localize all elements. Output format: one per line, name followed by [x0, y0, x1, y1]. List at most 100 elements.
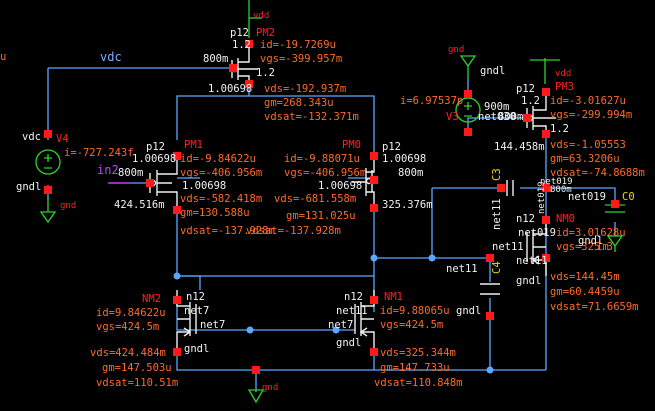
pm2-vdsat: vdsat=-132.371m [264, 111, 359, 123]
pin-nm1-d[interactable] [370, 296, 378, 304]
net-vdc-label: vdc [100, 50, 122, 64]
junction-dot [173, 272, 181, 280]
nm1-vdsat: vdsat=110.848m [374, 377, 463, 389]
pm0-id: id=-9.88071u [284, 153, 360, 165]
pin-v4-bot[interactable] [44, 186, 52, 194]
pm0-vdsat: vdsat=-137.928m [246, 225, 341, 237]
pin-nm2-s[interactable] [173, 348, 181, 356]
pin-pm0-g[interactable] [370, 176, 378, 184]
nm1-vds: vds=325.344m [380, 347, 456, 359]
pm3-id: id=-3.01627u [550, 95, 626, 107]
vdd1-label: vdd [253, 11, 269, 21]
schematic-canvas[interactable]: vdc in2 u vdc V4 i=-727.243f gndl gnd vd… [0, 0, 655, 411]
nm0-vdsat: vdsat=71.6659m [550, 301, 639, 313]
pm2-vds: vds=-192.937m [264, 83, 346, 95]
pin-pm2-g[interactable] [229, 64, 237, 72]
nm2-model: n12 [186, 291, 205, 303]
c4-symbol[interactable] [480, 283, 500, 295]
v4-net-label: vdc [22, 131, 41, 143]
nm1-id: id=9.88065u [380, 305, 450, 317]
junction-dot [486, 366, 494, 374]
pm3-vgs: vgs=-299.994m [550, 109, 632, 121]
pm3-model: p12 [516, 83, 535, 95]
gnd-bottom-label: gnd [262, 383, 278, 393]
v4-gndl: gndl [16, 181, 41, 193]
pm1-vds: vds=-582.418m [180, 193, 262, 205]
nm1-model: n12 [344, 291, 363, 303]
pm1-model: p12 [146, 141, 165, 153]
nm0-net11-b: net11 [516, 255, 548, 267]
pin-pm0-d[interactable] [370, 204, 378, 212]
pin-pm3-d[interactable] [542, 130, 550, 138]
nm1-gm: gm=147.733u [380, 362, 450, 374]
c3-net11: net11 [491, 198, 503, 230]
schematic-svg: vdc in2 u vdc V4 i=-727.243f gndl gnd vd… [0, 0, 645, 404]
pin-c4-bot[interactable] [486, 312, 494, 320]
nm1-inst-name: NM1 [384, 291, 403, 303]
pin-v3-bot[interactable] [464, 128, 472, 136]
pm0-gm: gm=131.025u [286, 210, 356, 222]
pm2-vbulk: 1.2 [256, 67, 275, 79]
pin-gnd[interactable] [252, 366, 260, 374]
pin-c3-l[interactable] [497, 184, 505, 192]
pm3-vds: vds=-1.05553 [550, 139, 626, 151]
c4-gndl: gndl [456, 305, 481, 317]
pm3-w-e: 800m [550, 185, 572, 195]
pm0-model: p12 [382, 141, 401, 153]
pm3-vsrc: 1.2 [521, 95, 540, 107]
pin-pm1-g[interactable] [146, 179, 154, 187]
pm2-inst-name: PM2 [256, 27, 275, 39]
c3-symbol[interactable] [506, 180, 514, 196]
wire-pm1-drain[interactable] [176, 210, 201, 290]
c4-net11: net11 [446, 263, 478, 275]
c3-name: C3 [491, 168, 503, 181]
pm2-model: p12 [230, 27, 249, 39]
pm1-src: 424.516m [114, 199, 165, 211]
pm1-width: 800m [118, 167, 143, 179]
nm2-net7-b: net7 [200, 319, 225, 331]
pin-nm2-d[interactable] [173, 296, 181, 304]
nm0-net11: net11 [492, 241, 524, 253]
c4-name: C4 [491, 261, 503, 274]
pm3-inst-name: PM3 [555, 81, 574, 93]
pin-pm3-g[interactable] [523, 114, 531, 122]
pin-nm0-d[interactable] [542, 216, 550, 224]
pin-c0-top[interactable] [611, 200, 619, 208]
pm2-vsrc: 1.2 [232, 39, 251, 51]
pm1-node2: 1.00698 [182, 180, 226, 192]
c0-gndl: gndl [578, 235, 603, 247]
pm2-vgs: vgs=-399.957m [260, 53, 342, 65]
pm0-vds: vds=-681.558m [274, 193, 356, 205]
nm2-vds: vds=424.484m [90, 347, 166, 359]
pin-v3-top[interactable] [464, 90, 472, 98]
pm1-vgs: vgs=-406.956m [180, 167, 262, 179]
pm1-node1: 1.00698 [132, 153, 176, 165]
v4-inst-name: V4 [56, 133, 69, 145]
junction-dot [428, 254, 436, 262]
pin-c4-top[interactable] [486, 254, 494, 262]
pm0-src: 325.376m [382, 199, 433, 211]
v3-gndl: gndl [480, 65, 505, 77]
pin-pm0-s[interactable] [370, 152, 378, 160]
nm2-id: id=9.84622u [96, 307, 166, 319]
v4-source-sign [44, 154, 52, 169]
nm1-net11: net11 [336, 305, 368, 317]
nm0-net019: net019 [518, 227, 556, 239]
nm2-net7-a: net7 [184, 305, 209, 317]
nm0-inst-name: NM0 [556, 213, 575, 225]
pin-v4-top[interactable] [44, 130, 52, 138]
pm3-node: 144.458m [494, 141, 545, 153]
pin-nm1-s[interactable] [370, 348, 378, 356]
nm0-gndl: gndl [516, 275, 541, 287]
nm1-vgs: vgs=424.5m [380, 319, 443, 331]
gnd-top-icon [459, 55, 477, 68]
nm2-vgs: vgs=424.5m [96, 321, 159, 333]
pin-pm3-s[interactable] [542, 88, 550, 96]
c0-name: C0 [622, 191, 635, 203]
pm1-inst-name: PM1 [184, 139, 203, 151]
nm2-gm: gm=147.503u [102, 362, 172, 374]
pm2-width: 800m [203, 53, 228, 65]
net019-label: net019 [568, 191, 606, 203]
v3-current: i=6.97537p [400, 95, 463, 107]
v3-source-sign [464, 102, 472, 117]
